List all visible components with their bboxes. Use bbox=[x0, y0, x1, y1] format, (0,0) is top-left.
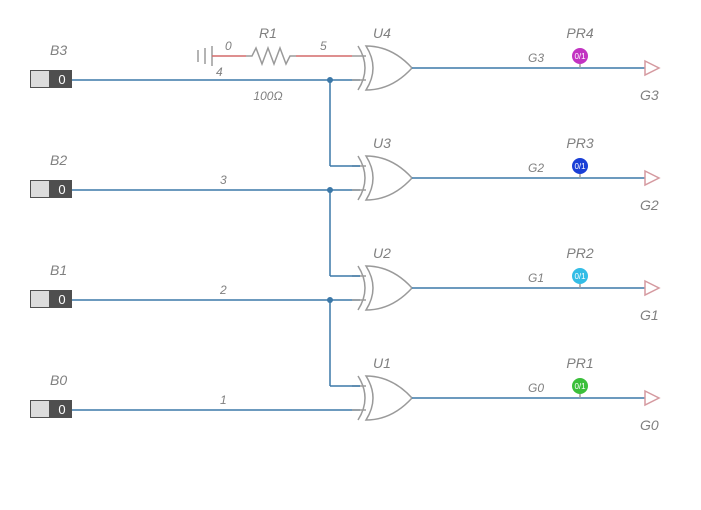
output-arrow-g1 bbox=[645, 281, 659, 295]
probe-ref-pr1: PR1 bbox=[566, 355, 593, 371]
probe-badge-pr3: 0/1 bbox=[574, 162, 586, 171]
net-label-3: 3 bbox=[220, 173, 227, 187]
probe-badge-pr4: 0/1 bbox=[574, 52, 586, 61]
probe-badge-pr2: 0/1 bbox=[574, 272, 586, 281]
switch-b1[interactable]: 0 bbox=[30, 290, 72, 308]
gate-u3 bbox=[358, 156, 412, 200]
junction-b3 bbox=[327, 77, 333, 83]
probe-pr1[interactable]: PR1 0/1 bbox=[566, 355, 593, 398]
probe-badge-pr1: 0/1 bbox=[574, 382, 586, 391]
output-arrow-g0 bbox=[645, 391, 659, 405]
resistor-ref: R1 bbox=[259, 25, 277, 41]
output-arrow-g3 bbox=[645, 61, 659, 75]
input-label-b0: B0 bbox=[50, 372, 67, 388]
probe-pr4[interactable]: PR4 0/1 bbox=[566, 25, 593, 68]
gate-u2 bbox=[358, 266, 412, 310]
output-label-g0: G0 bbox=[640, 417, 659, 433]
gate-u1 bbox=[358, 376, 412, 420]
input-label-b1: B1 bbox=[50, 262, 67, 278]
row-b1: B1 0 2 U2 G1 G1 PR2 0/1 bbox=[30, 245, 659, 323]
probe-ref-pr3: PR3 bbox=[566, 135, 593, 151]
switch-value-b3: 0 bbox=[58, 72, 65, 87]
net-label-5: 5 bbox=[320, 39, 327, 53]
gate-ref-u4: U4 bbox=[373, 25, 391, 41]
input-label-b2: B2 bbox=[50, 152, 67, 168]
gate-ref-u2: U2 bbox=[373, 245, 391, 261]
resistor-r1: R1 100Ω bbox=[246, 25, 296, 103]
row-b2: B2 0 3 U3 G2 G2 PR3 0/1 bbox=[30, 135, 659, 213]
net-label-4: 4 bbox=[216, 65, 223, 79]
probe-pr3[interactable]: PR3 0/1 bbox=[566, 135, 593, 178]
net-label-g2: G2 bbox=[528, 161, 544, 175]
output-label-g3: G3 bbox=[640, 87, 659, 103]
switch-value-b1: 0 bbox=[58, 292, 65, 307]
probe-ref-pr4: PR4 bbox=[566, 25, 593, 41]
input-label-b3: B3 bbox=[50, 42, 67, 58]
switch-b3[interactable]: 0 bbox=[30, 70, 72, 88]
gate-ref-u3: U3 bbox=[373, 135, 391, 151]
net-label-1: 1 bbox=[220, 393, 227, 407]
row-b3: B3 0 4 0 R1 100Ω 5 U4 G3 G3 PR4 0/1 bbox=[30, 25, 659, 103]
net-label-0: 0 bbox=[225, 39, 232, 53]
probe-ref-pr2: PR2 bbox=[566, 245, 593, 261]
switch-b2[interactable]: 0 bbox=[30, 180, 72, 198]
output-label-g2: G2 bbox=[640, 197, 659, 213]
net-label-2: 2 bbox=[219, 283, 227, 297]
output-arrow-g2 bbox=[645, 171, 659, 185]
switch-value-b0: 0 bbox=[58, 402, 65, 417]
row-b0: B0 0 1 U1 G0 G0 PR1 0/1 bbox=[30, 355, 659, 433]
probe-pr2[interactable]: PR2 0/1 bbox=[566, 245, 593, 288]
net-label-g3: G3 bbox=[528, 51, 544, 65]
gate-ref-u1: U1 bbox=[373, 355, 391, 371]
gate-u4 bbox=[358, 46, 412, 90]
ground-symbol bbox=[198, 46, 212, 66]
switch-value-b2: 0 bbox=[58, 182, 65, 197]
net-label-g1: G1 bbox=[528, 271, 544, 285]
net-label-g0: G0 bbox=[528, 381, 544, 395]
output-label-g1: G1 bbox=[640, 307, 659, 323]
switch-b0[interactable]: 0 bbox=[30, 400, 72, 418]
resistor-value: 100Ω bbox=[253, 89, 282, 103]
